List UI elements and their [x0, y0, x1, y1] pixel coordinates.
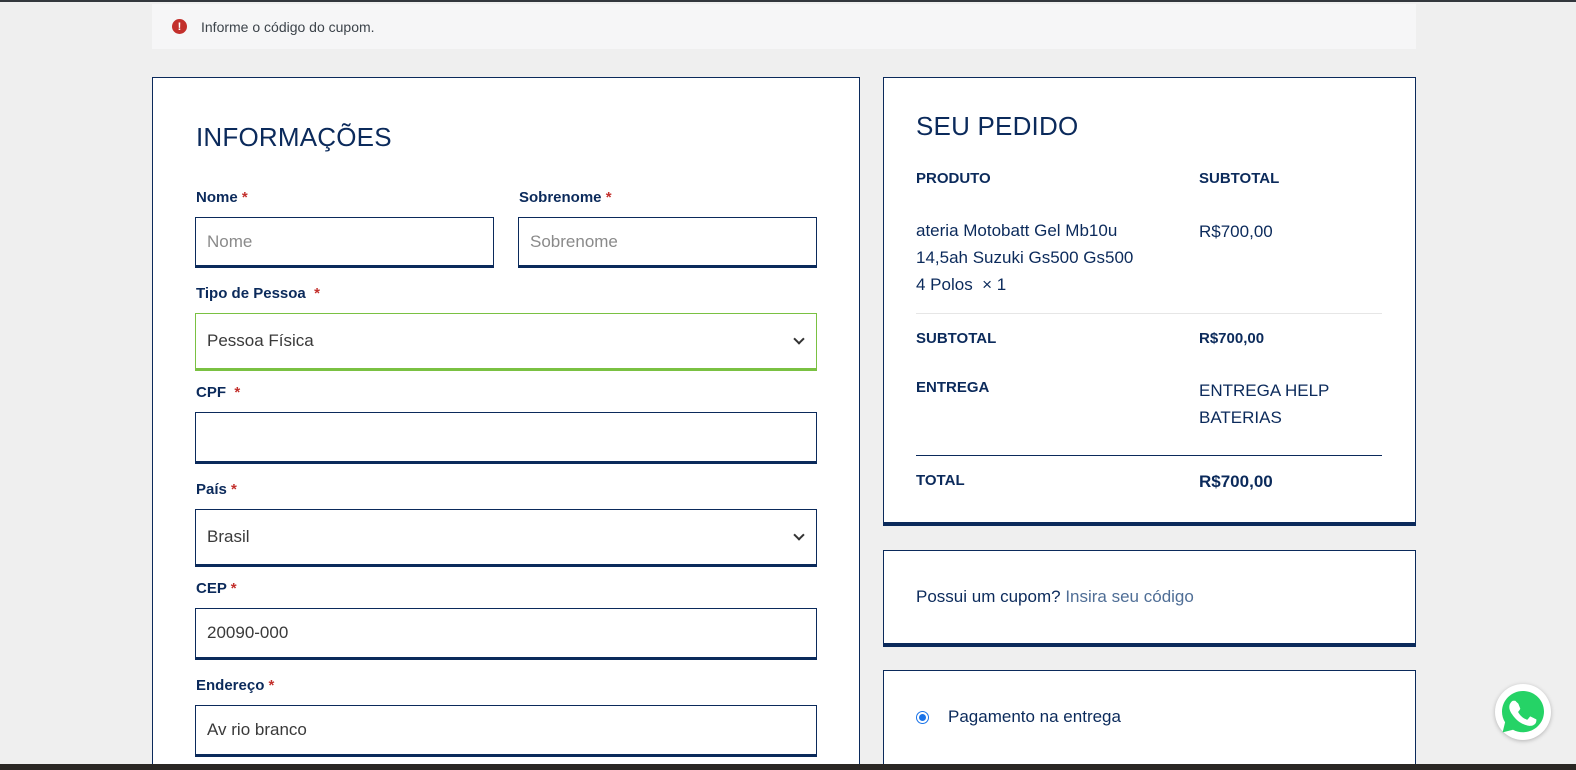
shipping-method-line: ENTREGA HELP: [1199, 381, 1330, 400]
cpf-label: CPF *: [196, 384, 240, 401]
person-type-value: Pessoa Física: [207, 331, 314, 350]
item-name-line: 4 Polos: [916, 275, 973, 294]
item-name-line: ateria Motobatt Gel Mb10u: [916, 221, 1118, 240]
divider: [916, 455, 1382, 456]
order-item-price: R$700,00: [1199, 222, 1273, 241]
last-name-label-text: Sobrenome: [519, 189, 602, 206]
shipping-method-line: BATERIAS: [1199, 408, 1282, 427]
required-mark: *: [605, 189, 612, 206]
address-label-text: Endereço: [196, 677, 265, 694]
payment-panel: Pagamento na entrega: [883, 670, 1416, 770]
subtotal-value: R$700,00: [1199, 330, 1265, 347]
error-icon: !: [172, 19, 187, 34]
country-value: Brasil: [207, 527, 250, 546]
cep-value: 20090-000: [207, 623, 289, 642]
order-title: SEU PEDIDO: [916, 111, 1079, 141]
chevron-down-icon: [793, 333, 805, 345]
col-subtotal-header: SUBTOTAL: [1199, 170, 1280, 187]
enter-coupon-link[interactable]: Insira seu código: [1065, 587, 1194, 606]
billing-title: INFORMAÇÕES: [196, 122, 392, 152]
first-name-placeholder: Nome: [207, 231, 253, 251]
required-mark: *: [314, 285, 320, 302]
cpf-label-text: CPF: [196, 384, 226, 401]
error-notice: ! Informe o código do cupom.: [152, 4, 1416, 49]
required-mark: *: [230, 580, 237, 597]
required-mark: *: [268, 677, 275, 694]
order-item-name: ateria Motobatt Gel Mb10u 14,5ah Suzuki …: [916, 217, 1133, 298]
whatsapp-button[interactable]: [1495, 684, 1551, 740]
country-label-text: País: [196, 481, 227, 498]
person-type-label-text: Tipo de Pessoa: [196, 285, 306, 302]
order-summary-panel: SEU PEDIDO PRODUTO SUBTOTAL ateria Motob…: [883, 77, 1416, 526]
col-product-header: PRODUTO: [916, 170, 991, 187]
address-field[interactable]: Av rio branco: [195, 705, 817, 757]
whatsapp-icon: [1502, 691, 1544, 733]
chevron-down-icon: [793, 529, 805, 541]
first-name-field[interactable]: Nome: [195, 217, 494, 268]
payment-radio[interactable]: [916, 711, 929, 724]
person-type-label: Tipo de Pessoa *: [196, 285, 320, 302]
shipping-method: ENTREGA HELP BATERIAS: [1199, 377, 1329, 431]
country-label: País *: [196, 481, 237, 498]
subtotal-label: SUBTOTAL: [916, 330, 997, 347]
last-name-field[interactable]: Sobrenome: [518, 217, 817, 268]
billing-panel: INFORMAÇÕES Nome * Sobrenome * Nome Sobr…: [152, 77, 860, 770]
item-name-line: 14,5ah Suzuki Gs500 Gs500: [916, 248, 1134, 267]
total-value: R$700,00: [1199, 472, 1273, 491]
first-name-label-text: Nome: [196, 189, 238, 206]
total-label: TOTAL: [916, 472, 965, 489]
item-quantity: × 1: [982, 275, 1007, 294]
shipping-label: ENTREGA: [916, 379, 990, 396]
error-notice-text: Informe o código do cupom.: [201, 18, 375, 35]
coupon-prompt: Possui um cupom? Insira seu código: [916, 587, 1194, 607]
last-name-placeholder: Sobrenome: [530, 231, 618, 251]
country-select[interactable]: Brasil: [195, 509, 817, 567]
bottom-border: [0, 764, 1576, 770]
required-mark: *: [234, 384, 241, 401]
first-name-label: Nome *: [196, 189, 248, 206]
divider: [916, 313, 1382, 314]
top-border: [0, 0, 1576, 2]
cep-field[interactable]: 20090-000: [195, 608, 817, 660]
person-type-select[interactable]: Pessoa Física: [195, 313, 817, 371]
coupon-panel: Possui um cupom? Insira seu código: [883, 550, 1416, 647]
address-label: Endereço *: [196, 677, 274, 694]
cep-label-text: CEP: [196, 580, 227, 597]
cpf-field[interactable]: [195, 412, 817, 464]
coupon-question: Possui um cupom?: [916, 587, 1061, 606]
address-value: Av rio branco: [207, 720, 307, 739]
last-name-label: Sobrenome *: [519, 189, 612, 206]
cep-label: CEP *: [196, 580, 237, 597]
payment-option-label[interactable]: Pagamento na entrega: [948, 707, 1121, 727]
required-mark: *: [231, 481, 237, 498]
required-mark: *: [241, 189, 248, 206]
